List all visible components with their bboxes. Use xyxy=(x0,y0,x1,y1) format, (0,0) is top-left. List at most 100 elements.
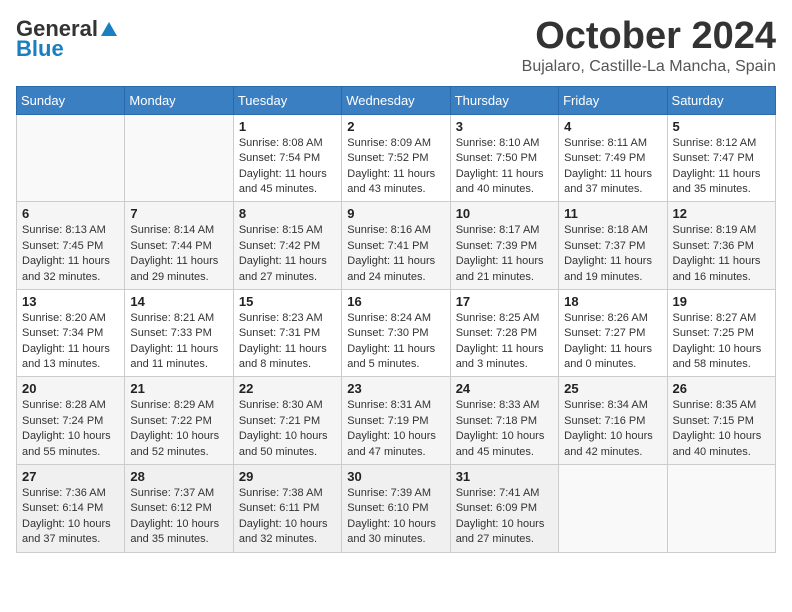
day-number: 9 xyxy=(347,206,444,221)
calendar-cell: 1 Sunrise: 8:08 AM Sunset: 7:54 PM Daylig… xyxy=(233,114,341,202)
day-number: 14 xyxy=(130,294,227,309)
cell-info: Sunrise: 8:27 AM Sunset: 7:25 PM Dayligh… xyxy=(673,311,770,373)
weekday-header-wednesday: Wednesday xyxy=(342,86,450,114)
cell-info: Sunrise: 8:35 AM Sunset: 7:15 PM Dayligh… xyxy=(673,398,770,460)
day-number: 6 xyxy=(22,206,119,221)
day-number: 29 xyxy=(239,469,336,484)
location-title: Bujalaro, Castille-La Mancha, Spain xyxy=(522,58,776,76)
day-number: 25 xyxy=(564,381,661,396)
calendar-cell: 31Sunrise: 7:41 AM Sunset: 6:09 PM Dayli… xyxy=(450,465,558,553)
cell-info: Sunrise: 8:18 AM Sunset: 7:37 PM Dayligh… xyxy=(564,223,661,285)
day-number: 19 xyxy=(673,294,770,309)
calendar-cell: 28Sunrise: 7:37 AM Sunset: 6:12 PM Dayli… xyxy=(125,465,233,553)
calendar-cell xyxy=(125,114,233,202)
cell-info: Sunrise: 8:14 AM Sunset: 7:44 PM Dayligh… xyxy=(130,223,227,285)
cell-info: Sunrise: 8:17 AM Sunset: 7:39 PM Dayligh… xyxy=(456,223,553,285)
calendar-cell xyxy=(667,465,775,553)
header: General Blue October 2024 Bujalaro, Cast… xyxy=(16,16,776,76)
cell-info: Sunrise: 8:16 AM Sunset: 7:41 PM Dayligh… xyxy=(347,223,444,285)
day-number: 27 xyxy=(22,469,119,484)
cell-info: Sunrise: 8:34 AM Sunset: 7:16 PM Dayligh… xyxy=(564,398,661,460)
day-number: 30 xyxy=(347,469,444,484)
cell-info: Sunrise: 8:20 AM Sunset: 7:34 PM Dayligh… xyxy=(22,311,119,373)
calendar-cell: 10 Sunrise: 8:17 AM Sunset: 7:39 PM Dayli… xyxy=(450,202,558,290)
cell-info: Sunrise: 7:36 AM Sunset: 6:14 PM Dayligh… xyxy=(22,486,119,548)
week-row-4: 20 Sunrise: 8:28 AM Sunset: 7:24 PM Dayli… xyxy=(17,377,776,465)
calendar-cell: 23Sunrise: 8:31 AM Sunset: 7:19 PM Dayli… xyxy=(342,377,450,465)
day-number: 2 xyxy=(347,119,444,134)
week-row-2: 6 Sunrise: 8:13 AM Sunset: 7:45 PM Daylig… xyxy=(17,202,776,290)
calendar-cell xyxy=(17,114,125,202)
day-number: 8 xyxy=(239,206,336,221)
week-row-3: 13 Sunrise: 8:20 AM Sunset: 7:34 PM Dayli… xyxy=(17,289,776,377)
cell-info: Sunrise: 8:19 AM Sunset: 7:36 PM Dayligh… xyxy=(673,223,770,285)
calendar-cell: 7 Sunrise: 8:14 AM Sunset: 7:44 PM Daylig… xyxy=(125,202,233,290)
cell-info: Sunrise: 8:11 AM Sunset: 7:49 PM Dayligh… xyxy=(564,136,661,198)
weekday-header-saturday: Saturday xyxy=(667,86,775,114)
day-number: 22 xyxy=(239,381,336,396)
day-number: 13 xyxy=(22,294,119,309)
cell-info: Sunrise: 8:08 AM Sunset: 7:54 PM Dayligh… xyxy=(239,136,336,198)
calendar-cell xyxy=(559,465,667,553)
calendar-cell: 17 Sunrise: 8:25 AM Sunset: 7:28 PM Dayli… xyxy=(450,289,558,377)
cell-info: Sunrise: 8:25 AM Sunset: 7:28 PM Dayligh… xyxy=(456,311,553,373)
cell-info: Sunrise: 7:39 AM Sunset: 6:10 PM Dayligh… xyxy=(347,486,444,548)
cell-info: Sunrise: 8:23 AM Sunset: 7:31 PM Dayligh… xyxy=(239,311,336,373)
day-number: 3 xyxy=(456,119,553,134)
weekday-header-tuesday: Tuesday xyxy=(233,86,341,114)
calendar-cell: 11Sunrise: 8:18 AM Sunset: 7:37 PM Dayli… xyxy=(559,202,667,290)
day-number: 4 xyxy=(564,119,661,134)
weekday-header-friday: Friday xyxy=(559,86,667,114)
weekday-header-row: SundayMondayTuesdayWednesdayThursdayFrid… xyxy=(17,86,776,114)
week-row-1: 1 Sunrise: 8:08 AM Sunset: 7:54 PM Daylig… xyxy=(17,114,776,202)
calendar-cell: 6 Sunrise: 8:13 AM Sunset: 7:45 PM Daylig… xyxy=(17,202,125,290)
cell-info: Sunrise: 7:37 AM Sunset: 6:12 PM Dayligh… xyxy=(130,486,227,548)
calendar-cell: 12Sunrise: 8:19 AM Sunset: 7:36 PM Dayli… xyxy=(667,202,775,290)
calendar-cell: 24Sunrise: 8:33 AM Sunset: 7:18 PM Dayli… xyxy=(450,377,558,465)
day-number: 10 xyxy=(456,206,553,221)
cell-info: Sunrise: 8:09 AM Sunset: 7:52 PM Dayligh… xyxy=(347,136,444,198)
calendar-cell: 21Sunrise: 8:29 AM Sunset: 7:22 PM Dayli… xyxy=(125,377,233,465)
cell-info: Sunrise: 8:21 AM Sunset: 7:33 PM Dayligh… xyxy=(130,311,227,373)
logo: General Blue xyxy=(16,16,118,62)
day-number: 18 xyxy=(564,294,661,309)
day-number: 24 xyxy=(456,381,553,396)
calendar-cell: 19 Sunrise: 8:27 AM Sunset: 7:25 PM Dayli… xyxy=(667,289,775,377)
cell-info: Sunrise: 7:41 AM Sunset: 6:09 PM Dayligh… xyxy=(456,486,553,548)
calendar-cell: 3 Sunrise: 8:10 AM Sunset: 7:50 PM Daylig… xyxy=(450,114,558,202)
day-number: 20 xyxy=(22,381,119,396)
calendar-cell: 25 Sunrise: 8:34 AM Sunset: 7:16 PM Dayli… xyxy=(559,377,667,465)
cell-info: Sunrise: 8:24 AM Sunset: 7:30 PM Dayligh… xyxy=(347,311,444,373)
day-number: 16 xyxy=(347,294,444,309)
cell-info: Sunrise: 8:13 AM Sunset: 7:45 PM Dayligh… xyxy=(22,223,119,285)
day-number: 21 xyxy=(130,381,227,396)
calendar-cell: 26 Sunrise: 8:35 AM Sunset: 7:15 PM Dayli… xyxy=(667,377,775,465)
calendar-cell: 29 Sunrise: 7:38 AM Sunset: 6:11 PM Dayli… xyxy=(233,465,341,553)
day-number: 23 xyxy=(347,381,444,396)
calendar-cell: 4 Sunrise: 8:11 AM Sunset: 7:49 PM Daylig… xyxy=(559,114,667,202)
calendar-cell: 22 Sunrise: 8:30 AM Sunset: 7:21 PM Dayli… xyxy=(233,377,341,465)
calendar-cell: 9 Sunrise: 8:16 AM Sunset: 7:41 PM Daylig… xyxy=(342,202,450,290)
day-number: 5 xyxy=(673,119,770,134)
calendar: SundayMondayTuesdayWednesdayThursdayFrid… xyxy=(16,86,776,553)
cell-info: Sunrise: 8:26 AM Sunset: 7:27 PM Dayligh… xyxy=(564,311,661,373)
cell-info: Sunrise: 7:38 AM Sunset: 6:11 PM Dayligh… xyxy=(239,486,336,548)
day-number: 17 xyxy=(456,294,553,309)
calendar-cell: 30 Sunrise: 7:39 AM Sunset: 6:10 PM Dayli… xyxy=(342,465,450,553)
weekday-header-thursday: Thursday xyxy=(450,86,558,114)
day-number: 15 xyxy=(239,294,336,309)
day-number: 1 xyxy=(239,119,336,134)
calendar-cell: 14 Sunrise: 8:21 AM Sunset: 7:33 PM Dayli… xyxy=(125,289,233,377)
month-title: October 2024 xyxy=(522,16,776,58)
calendar-cell: 13 Sunrise: 8:20 AM Sunset: 7:34 PM Dayli… xyxy=(17,289,125,377)
logo-arrow-icon xyxy=(100,20,118,38)
calendar-cell: 2 Sunrise: 8:09 AM Sunset: 7:52 PM Daylig… xyxy=(342,114,450,202)
weekday-header-monday: Monday xyxy=(125,86,233,114)
day-number: 26 xyxy=(673,381,770,396)
calendar-cell: 5Sunrise: 8:12 AM Sunset: 7:47 PM Daylig… xyxy=(667,114,775,202)
week-row-5: 27 Sunrise: 7:36 AM Sunset: 6:14 PM Dayli… xyxy=(17,465,776,553)
cell-info: Sunrise: 8:28 AM Sunset: 7:24 PM Dayligh… xyxy=(22,398,119,460)
cell-info: Sunrise: 8:30 AM Sunset: 7:21 PM Dayligh… xyxy=(239,398,336,460)
day-number: 7 xyxy=(130,206,227,221)
cell-info: Sunrise: 8:10 AM Sunset: 7:50 PM Dayligh… xyxy=(456,136,553,198)
